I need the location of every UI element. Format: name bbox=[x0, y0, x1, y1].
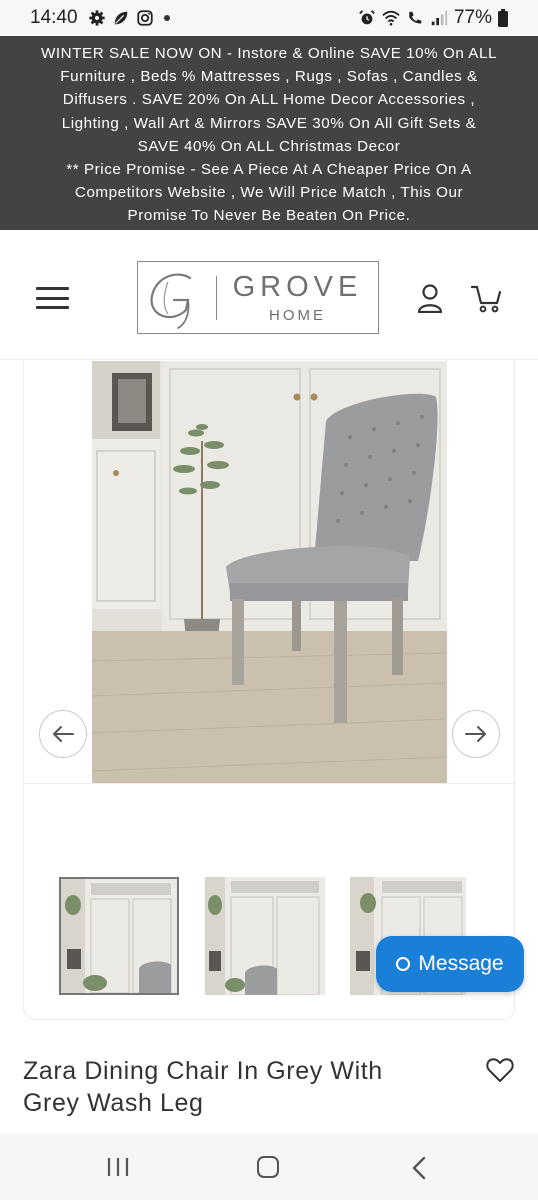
system-nav-bar bbox=[0, 1133, 538, 1200]
banner-line: Lighting , Wall Art & Mirrors SAVE 30% O… bbox=[61, 114, 477, 132]
cart-icon[interactable] bbox=[470, 283, 502, 313]
back-icon[interactable] bbox=[410, 1156, 428, 1180]
product-title: Zara Dining Chair In Grey With Grey Wash… bbox=[23, 1057, 383, 1117]
logo-subtitle: HOME bbox=[269, 307, 326, 324]
product-gallery: › bbox=[23, 360, 515, 1020]
status-left: 14:40 bbox=[30, 7, 170, 29]
thumbnail-image bbox=[205, 877, 325, 995]
banner-line: Furniture , Beds % Mattresses , Rugs , S… bbox=[60, 68, 478, 86]
status-bar: 14:40 77% bbox=[0, 0, 538, 36]
instagram-icon bbox=[136, 10, 153, 26]
message-label: Message bbox=[418, 952, 504, 975]
prev-image-button[interactable] bbox=[39, 710, 87, 758]
banner-line: Competitors Website , We Will Price Matc… bbox=[74, 184, 464, 202]
account-icon[interactable] bbox=[416, 283, 444, 313]
arrow-left-icon bbox=[53, 726, 74, 742]
promo-banner: WINTER SALE NOW ON - Instore & Online SA… bbox=[0, 36, 538, 230]
next-image-button[interactable] bbox=[452, 710, 500, 758]
wifi-icon bbox=[382, 10, 400, 26]
thumbnail-2[interactable] bbox=[205, 877, 325, 995]
banner-line: WINTER SALE NOW ON - Instore & Online SA… bbox=[41, 45, 497, 62]
logo-g-icon: G bbox=[38, 149, 192, 329]
thumbnail-image bbox=[61, 879, 177, 993]
chair-photo bbox=[92, 361, 447, 783]
notification-dot bbox=[163, 15, 170, 21]
call-icon bbox=[409, 11, 422, 24]
message-chat-button[interactable]: Message bbox=[376, 936, 524, 992]
gear-icon bbox=[88, 10, 105, 26]
arrow-right-icon bbox=[465, 726, 486, 742]
product-main-image[interactable] bbox=[92, 361, 447, 783]
banner-line: ** Price Promise - See A Piece At A Chea… bbox=[66, 161, 472, 179]
recent-apps-icon[interactable] bbox=[106, 1157, 130, 1177]
chat-ring-icon bbox=[396, 957, 411, 971]
logo-text: GROVE HOME bbox=[217, 271, 378, 324]
banner-line: Promise To Never Be Beaten On Price. bbox=[127, 207, 411, 225]
banner-line: Diffusers . SAVE 20% On ALL Home Decor A… bbox=[62, 91, 476, 109]
signal-icon bbox=[431, 10, 448, 26]
status-right: 77% bbox=[358, 7, 508, 29]
logo-monogram: G bbox=[38, 149, 216, 333]
battery-percent: 77% bbox=[453, 7, 492, 28]
site-header: G GROVE HOME bbox=[0, 149, 538, 360]
thumbnail-1[interactable] bbox=[59, 877, 179, 995]
site-logo[interactable]: G GROVE HOME bbox=[38, 149, 379, 334]
status-time: 14:40 bbox=[30, 7, 78, 28]
menu-icon[interactable] bbox=[36, 287, 69, 309]
gallery-divider bbox=[24, 783, 514, 784]
wishlist-heart-icon[interactable] bbox=[486, 1057, 514, 1083]
logo-title: GROVE bbox=[232, 271, 363, 303]
leaf-icon bbox=[114, 11, 127, 25]
battery-icon bbox=[498, 9, 508, 27]
home-icon[interactable] bbox=[257, 1156, 279, 1178]
banner-line: SAVE 40% On ALL Christmas Decor bbox=[137, 137, 401, 155]
alarm-icon bbox=[359, 10, 375, 25]
